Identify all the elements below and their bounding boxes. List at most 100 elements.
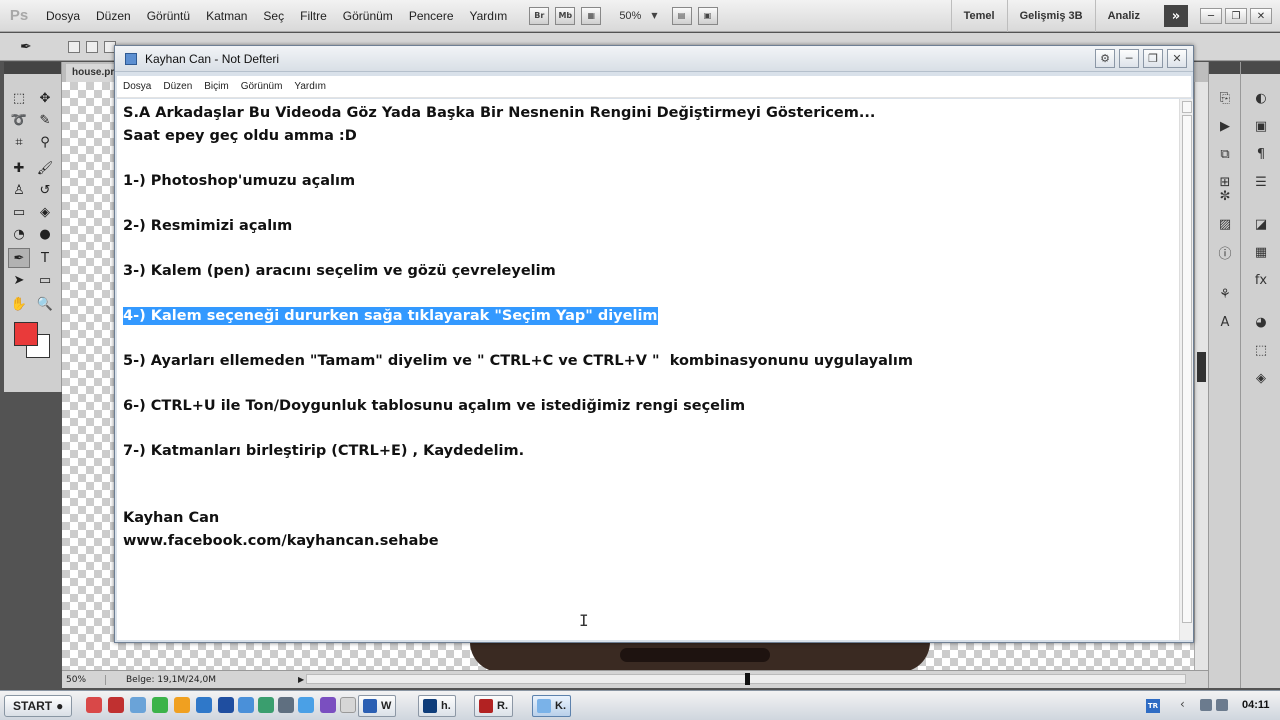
volume-icon[interactable] xyxy=(1216,699,1228,711)
notepad-menu-yardim[interactable]: Yardım xyxy=(288,81,332,92)
quicklaunch-icon[interactable] xyxy=(152,697,168,713)
status-menu-arrow-icon[interactable]: ▶ xyxy=(298,675,304,684)
canvas-vertical-scrollbar[interactable] xyxy=(1194,82,1208,670)
clone-stamp-tool-icon[interactable]: ♙ xyxy=(8,180,30,200)
path-selection-tool-icon[interactable]: ➤ xyxy=(8,270,30,290)
notepad-menu-dosya[interactable]: Dosya xyxy=(117,81,157,92)
minimize-icon[interactable]: ─ xyxy=(1200,8,1222,24)
taskbar-button-recorder[interactable]: R. xyxy=(474,695,513,717)
fx-panel-icon[interactable]: fx xyxy=(1250,270,1272,290)
menu-katman[interactable]: Katman xyxy=(198,9,255,23)
scroll-up-icon[interactable] xyxy=(1182,101,1192,113)
paths-panel-icon[interactable]: ⬚ xyxy=(1250,340,1272,360)
document-tab[interactable]: house.pr xyxy=(66,64,121,82)
foreground-color-swatch[interactable] xyxy=(14,322,38,346)
menu-yardim[interactable]: Yardım xyxy=(462,9,516,23)
masks-panel-icon[interactable]: ◕ xyxy=(1250,312,1272,332)
minimize-icon[interactable]: ─ xyxy=(1119,49,1139,68)
start-button[interactable]: START ● xyxy=(4,695,73,717)
paths-icon[interactable] xyxy=(86,41,98,53)
tools-panel-header[interactable] xyxy=(4,62,61,74)
layer-comps-icon[interactable]: ☰ xyxy=(1250,172,1272,192)
character-panel-icon[interactable]: A xyxy=(1214,312,1236,332)
taskbar-button-notepad[interactable]: K. xyxy=(532,695,571,717)
chevron-down-icon[interactable]: ▼ xyxy=(651,11,657,20)
dodge-tool-icon[interactable]: ● xyxy=(34,224,56,244)
quick-selection-tool-icon[interactable]: ✎ xyxy=(34,110,56,130)
chevron-left-icon[interactable]: ‹ xyxy=(1180,697,1185,711)
maximize-icon[interactable]: ❐ xyxy=(1143,49,1163,68)
eyedropper-tool-icon[interactable]: ⚲ xyxy=(34,132,56,152)
close-icon[interactable]: ✕ xyxy=(1250,8,1272,24)
menu-filtre[interactable]: Filtre xyxy=(292,9,335,23)
notepad-menu-gorunum[interactable]: Görünüm xyxy=(235,81,289,92)
workspace-analiz[interactable]: Analiz xyxy=(1094,0,1152,32)
notepad-titlebar[interactable]: Kayhan Can - Not Defteri ⚙ ─ ❐ ✕ xyxy=(115,46,1193,72)
rectangle-tool-icon[interactable]: ▭ xyxy=(34,270,56,290)
swatches-panel-icon[interactable]: ▣ xyxy=(1250,116,1272,136)
shape-layers-icon[interactable] xyxy=(68,41,80,53)
brush-tool-icon[interactable]: 🖌 xyxy=(34,158,56,178)
quicklaunch-icon[interactable] xyxy=(196,697,212,713)
layers-panel-icon[interactable]: ◈ xyxy=(1250,368,1272,388)
quicklaunch-icon[interactable] xyxy=(86,697,102,713)
grid-panel-icon[interactable]: ▦ xyxy=(1250,242,1272,262)
workspace-temel[interactable]: Temel xyxy=(950,0,1007,32)
view-extras-icon[interactable]: ▦ xyxy=(581,6,602,25)
quicklaunch-icon[interactable] xyxy=(258,697,274,713)
canvas-horizontal-scrollbar[interactable] xyxy=(306,673,1186,685)
dock-header-2[interactable] xyxy=(1241,62,1280,74)
actions-panel-icon[interactable]: ▶ xyxy=(1214,116,1236,136)
type-tool-icon[interactable]: T xyxy=(34,248,56,268)
close-icon[interactable]: ✕ xyxy=(1167,49,1187,68)
pen-tool-icon[interactable]: ✒ xyxy=(8,248,30,268)
help-icon[interactable]: ⚙ xyxy=(1095,49,1115,68)
network-icon[interactable] xyxy=(1200,699,1212,711)
dock-header[interactable] xyxy=(1209,62,1240,74)
notepad-vertical-scrollbar[interactable] xyxy=(1179,99,1193,640)
quicklaunch-icon[interactable] xyxy=(238,697,254,713)
info-panel-icon[interactable]: ⓘ xyxy=(1214,242,1236,262)
navigator-panel-icon[interactable]: ▨ xyxy=(1214,214,1236,234)
quicklaunch-icon[interactable] xyxy=(108,697,124,713)
pen-icon[interactable]: ✒ xyxy=(20,39,32,55)
status-zoom[interactable]: 50% xyxy=(62,674,106,685)
notepad-text-area[interactable]: S.A Arkadaşlar Bu Videoda Göz Yada Başka… xyxy=(117,99,1179,640)
menu-goruntu[interactable]: Görüntü xyxy=(139,9,198,23)
notepad-menu-bicim[interactable]: Biçim xyxy=(198,81,234,92)
taskbar-button-photoshop[interactable]: h. xyxy=(418,695,456,717)
styles-panel-icon[interactable]: ◪ xyxy=(1250,214,1272,234)
arrange-documents-icon[interactable]: ▤ xyxy=(671,6,692,25)
lasso-tool-icon[interactable]: ➰ xyxy=(8,110,30,130)
quicklaunch-icon[interactable] xyxy=(278,697,294,713)
language-indicator[interactable]: TR xyxy=(1146,699,1160,713)
history-panel-icon[interactable]: ⎘ xyxy=(1214,88,1236,108)
workspace-gelismis-3b[interactable]: Gelişmiş 3B xyxy=(1006,0,1095,32)
move-tool-icon[interactable]: ✥ xyxy=(34,88,56,108)
history-brush-tool-icon[interactable]: ↺ xyxy=(34,180,56,200)
zoom-tool-icon[interactable]: 🔍 xyxy=(34,294,56,314)
bridge-button[interactable]: Br xyxy=(529,6,550,25)
mini-bridge-button[interactable]: Mb xyxy=(555,6,576,25)
notepad-scroll-thumb[interactable] xyxy=(1182,115,1192,623)
notepad-menu-duzen[interactable]: Düzen xyxy=(157,81,198,92)
crop-tool-icon[interactable]: ⌗ xyxy=(8,132,30,152)
quicklaunch-icon[interactable] xyxy=(340,697,356,713)
blur-tool-icon[interactable]: ◔ xyxy=(8,224,30,244)
taskbar-button-word[interactable]: W xyxy=(358,695,397,717)
screen-mode-icon[interactable]: ▣ xyxy=(697,6,718,25)
animation-panel-icon[interactable]: ⧉ xyxy=(1214,144,1236,164)
zoom-level[interactable]: 50% xyxy=(619,10,641,22)
menu-dosya[interactable]: Dosya xyxy=(38,9,88,23)
menu-sec[interactable]: Seç xyxy=(255,9,292,23)
menu-pencere[interactable]: Pencere xyxy=(401,9,462,23)
menu-duzen[interactable]: Düzen xyxy=(88,9,139,23)
brush-presets-icon[interactable]: ✼ xyxy=(1214,186,1236,206)
marquee-tool-icon[interactable]: ⬚ xyxy=(8,88,30,108)
paint-bucket-tool-icon[interactable]: ◈ xyxy=(34,202,56,222)
menu-gorunum[interactable]: Görünüm xyxy=(335,9,401,23)
eraser-tool-icon[interactable]: ▭ xyxy=(8,202,30,222)
more-workspaces-button[interactable]: » xyxy=(1164,5,1188,27)
clone-source-icon[interactable]: ⚘ xyxy=(1214,284,1236,304)
quicklaunch-icon[interactable] xyxy=(218,697,234,713)
